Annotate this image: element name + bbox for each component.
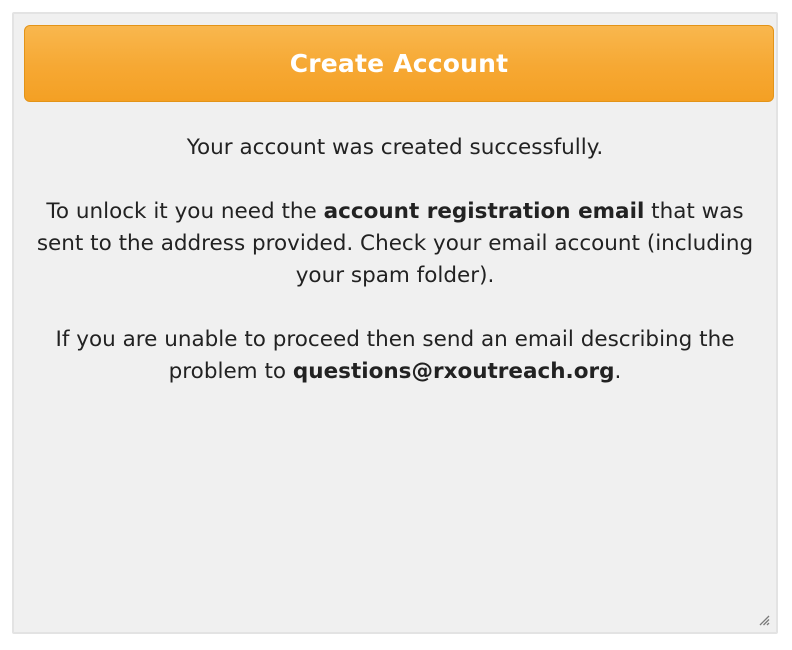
registration-email-emphasis: account registration email bbox=[323, 199, 645, 224]
help-instructions: If you are unable to proceed then send a… bbox=[26, 324, 764, 388]
create-account-dialog: Create Account Your account was created … bbox=[12, 12, 778, 634]
dialog-header: Create Account bbox=[24, 25, 774, 102]
resize-grip-icon[interactable] bbox=[758, 614, 770, 626]
unlock-text-prefix: To unlock it you need the bbox=[46, 199, 324, 224]
unlock-instructions: To unlock it you need the account regist… bbox=[26, 196, 764, 292]
dialog-title: Create Account bbox=[289, 49, 509, 78]
dialog-content: Your account was created successfully. T… bbox=[14, 132, 776, 420]
help-text-suffix: . bbox=[614, 359, 622, 384]
support-email: questions@rxoutreach.org bbox=[292, 359, 615, 384]
success-message: Your account was created successfully. bbox=[186, 135, 604, 160]
